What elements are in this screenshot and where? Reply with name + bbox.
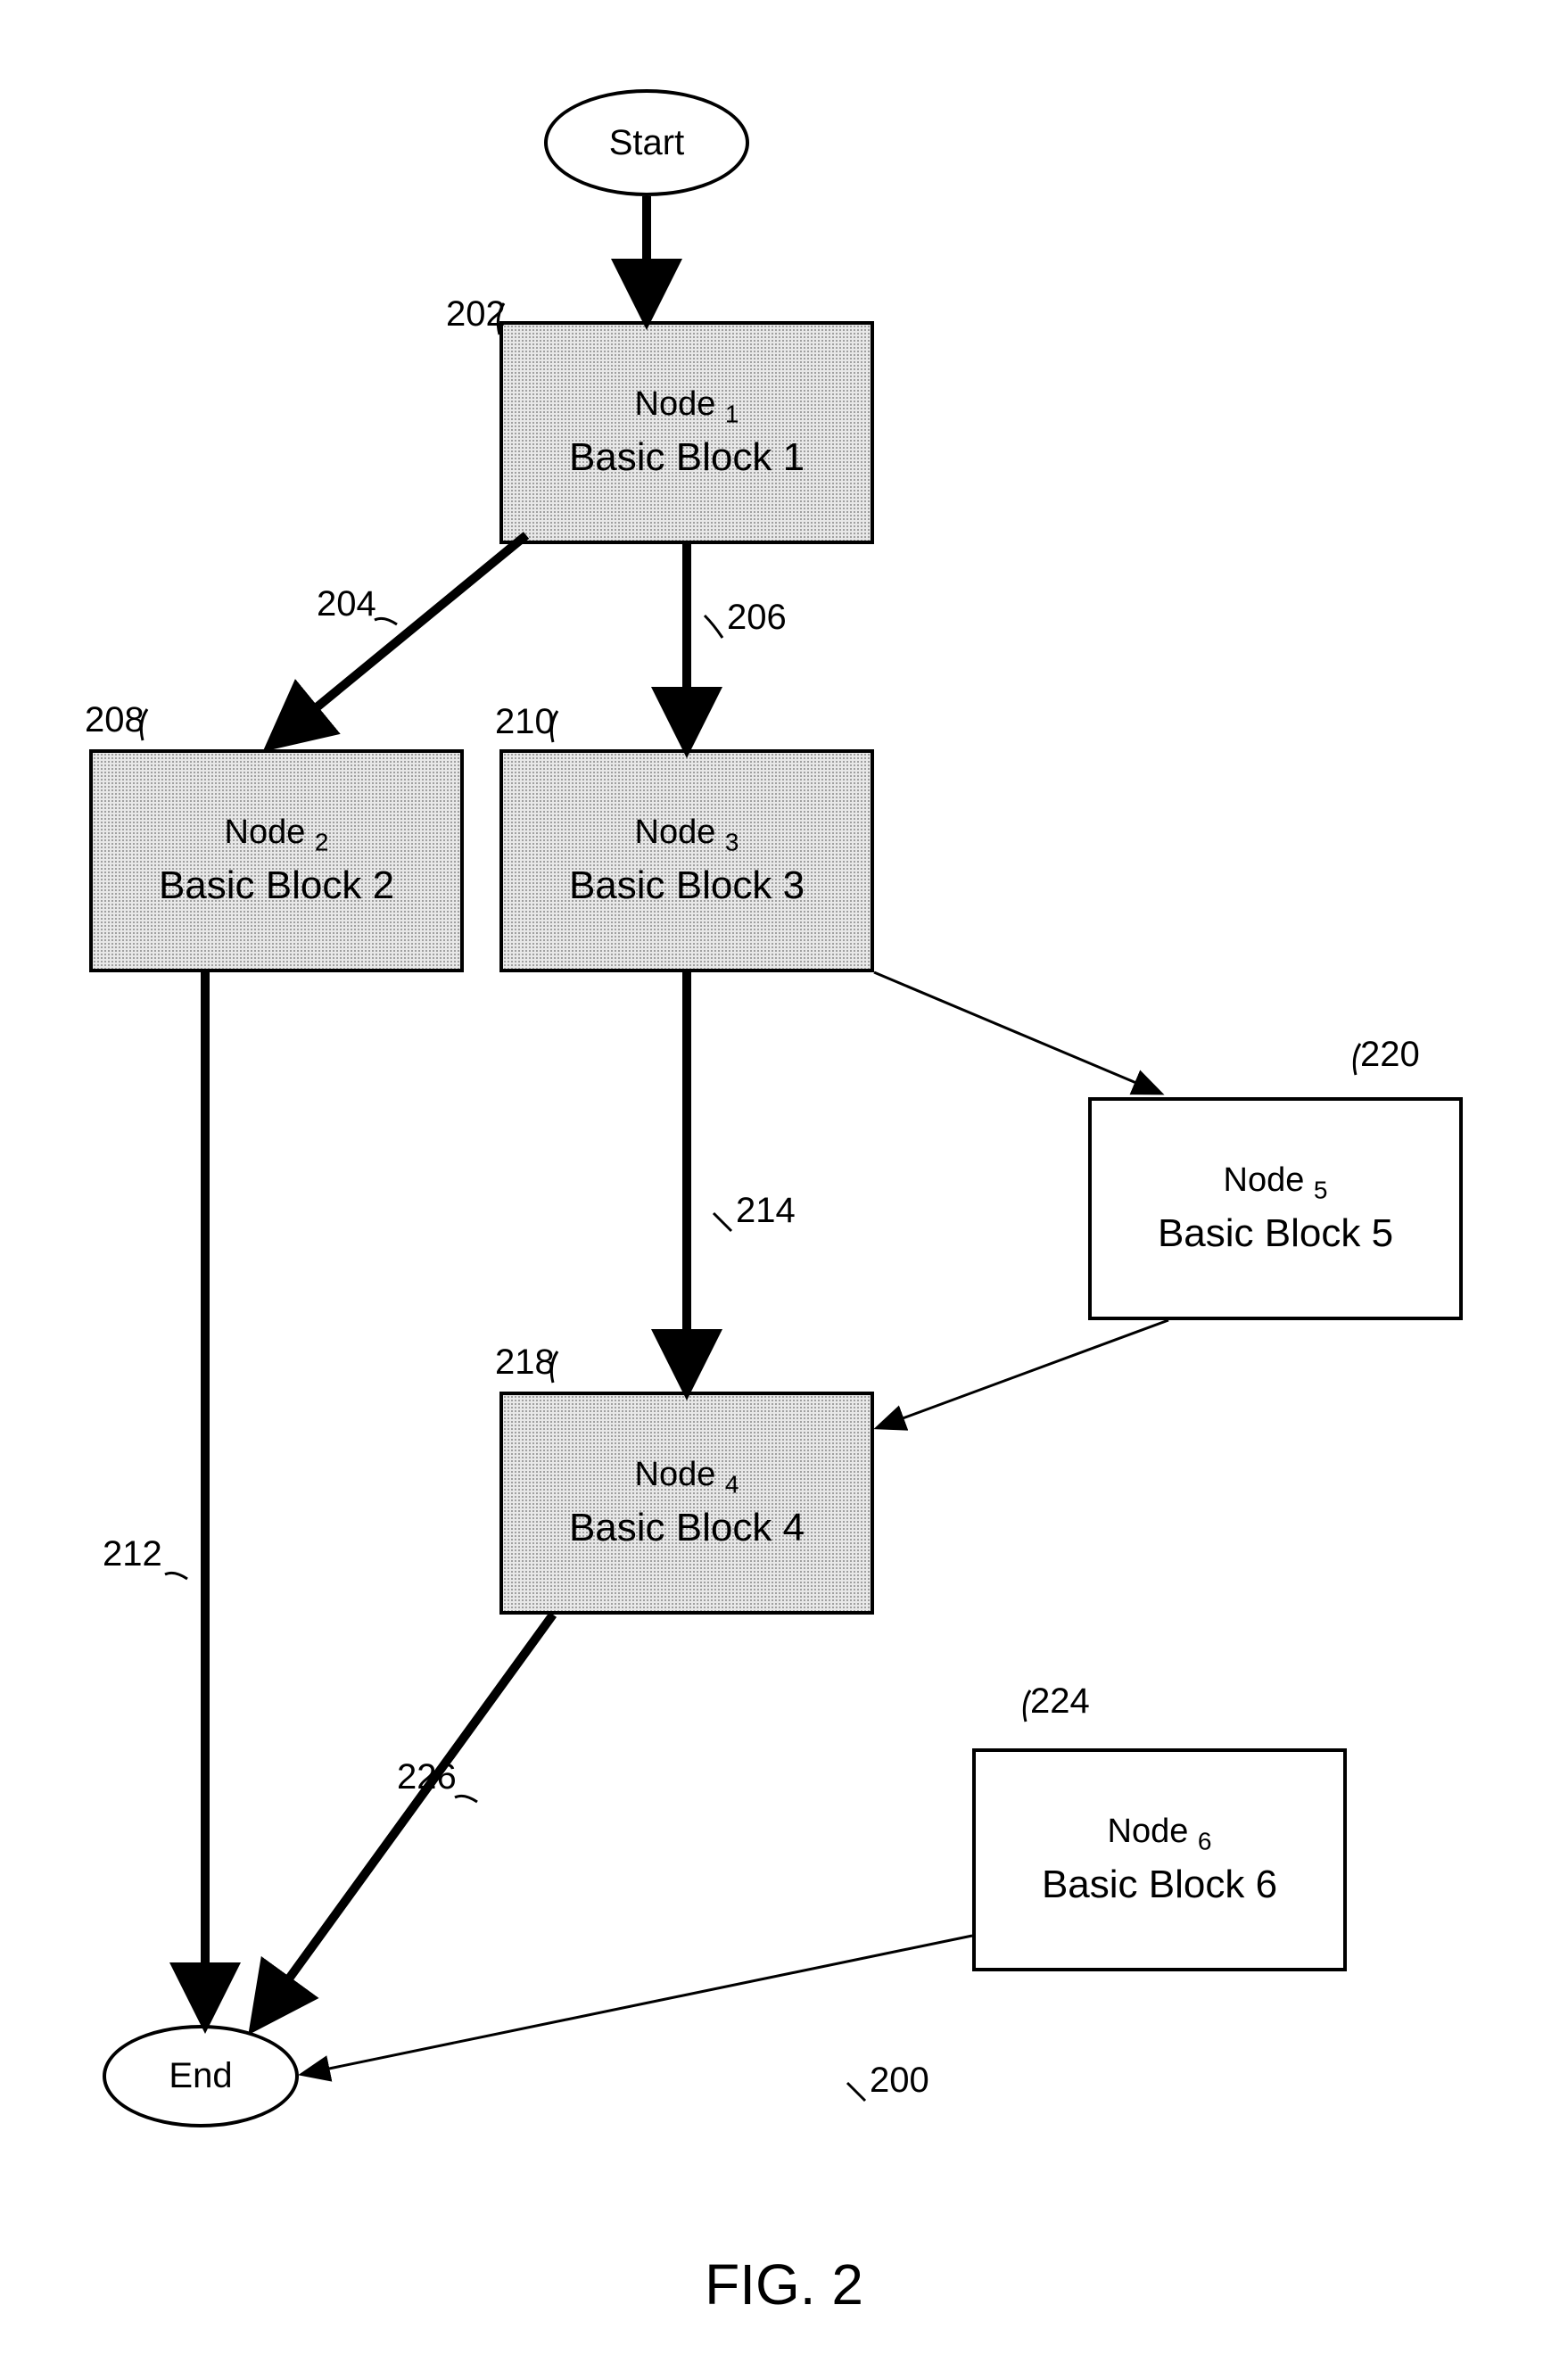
start-node: Start (544, 89, 749, 196)
ref-202: 202 (446, 294, 506, 335)
node-1-title: Node 1 (635, 385, 739, 429)
ref-226: 226 (397, 1757, 457, 1797)
node-3-subtitle: Basic Block 3 (569, 863, 805, 908)
ref-204: 204 (317, 584, 376, 624)
ref-210: 210 (495, 702, 555, 742)
node-4-subtitle: Basic Block 4 (569, 1506, 805, 1550)
node-2-title: Node 2 (225, 814, 329, 857)
ref-200: 200 (870, 2061, 929, 2101)
end-label: End (169, 2056, 232, 2096)
node-6-subtitle: Basic Block 6 (1042, 1863, 1277, 1907)
ref-208: 208 (85, 700, 144, 740)
node-5-title: Node 5 (1224, 1161, 1328, 1205)
node-6: Node 6 Basic Block 6 (972, 1748, 1347, 1971)
node-3-title: Node 3 (635, 814, 739, 857)
ref-214: 214 (736, 1191, 796, 1231)
node-1-subtitle: Basic Block 1 (569, 435, 805, 480)
start-label: Start (609, 123, 684, 163)
node-6-title: Node 6 (1108, 1813, 1212, 1856)
ref-218: 218 (495, 1342, 555, 1383)
node-4-title: Node 4 (635, 1456, 739, 1499)
node-2: Node 2 Basic Block 2 (89, 749, 464, 972)
node-2-subtitle: Basic Block 2 (159, 863, 394, 908)
ref-224: 224 (1030, 1681, 1090, 1722)
figure-label: FIG. 2 (705, 2251, 863, 2317)
node-4: Node 4 Basic Block 4 (499, 1392, 874, 1615)
node-5: Node 5 Basic Block 5 (1088, 1097, 1463, 1320)
ref-206: 206 (727, 598, 787, 638)
node-3: Node 3 Basic Block 3 (499, 749, 874, 972)
node-1: Node 1 Basic Block 1 (499, 321, 874, 544)
end-node: End (103, 2025, 299, 2127)
ref-212: 212 (103, 1534, 162, 1574)
ref-220: 220 (1360, 1035, 1420, 1075)
node-5-subtitle: Basic Block 5 (1158, 1211, 1393, 1256)
